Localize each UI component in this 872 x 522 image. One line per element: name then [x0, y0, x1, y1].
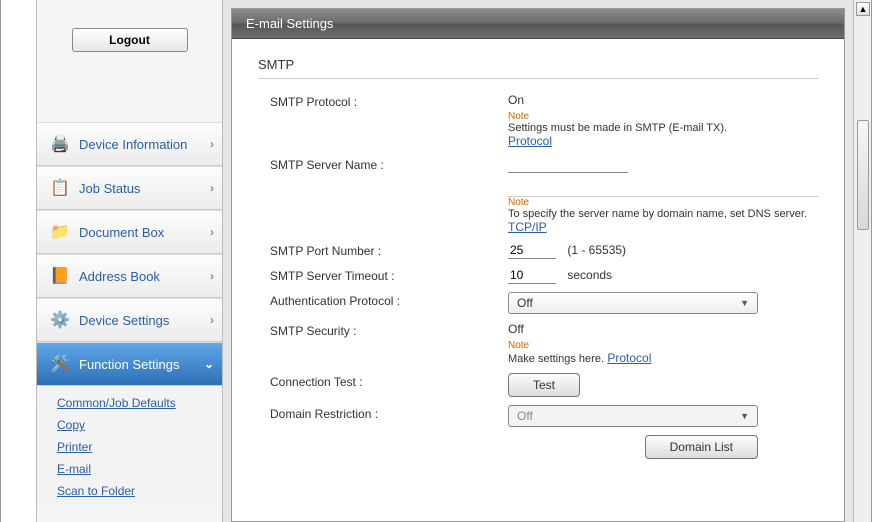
- auth-protocol-label: Authentication Protocol :: [258, 292, 508, 308]
- nav-label: Job Status: [79, 181, 210, 196]
- test-button[interactable]: Test: [508, 373, 580, 397]
- nav-function-settings[interactable]: 🛠️ Function Settings ⌄: [37, 342, 222, 386]
- section-title: SMTP: [258, 57, 818, 79]
- smtp-server-note: To specify the server name by domain nam…: [508, 208, 818, 220]
- subnav-copy[interactable]: Copy: [57, 414, 222, 436]
- chevron-down-icon: ⌄: [204, 357, 214, 371]
- smtp-port-label: SMTP Port Number :: [258, 242, 508, 258]
- panel-title: E-mail Settings: [232, 9, 844, 39]
- note-label: Note: [508, 340, 818, 351]
- vertical-scrollbar[interactable]: ▲: [853, 0, 871, 522]
- smtp-security-label: SMTP Security :: [258, 322, 508, 338]
- chevron-right-icon: ›: [210, 225, 214, 239]
- domain-restriction-select[interactable]: Off ▼: [508, 405, 758, 427]
- protocol-link[interactable]: Protocol: [508, 134, 552, 148]
- subnav-scan-to-folder[interactable]: Scan to Folder: [57, 480, 222, 502]
- smtp-security-value: Off: [508, 322, 818, 336]
- smtp-port-range: (1 - 65535): [567, 243, 626, 257]
- domain-restriction-label: Domain Restriction :: [258, 405, 508, 421]
- smtp-timeout-input[interactable]: [508, 267, 556, 284]
- scroll-thumb[interactable]: [857, 120, 869, 230]
- chevron-down-icon: ▼: [740, 298, 749, 308]
- note-label: Note: [508, 197, 818, 208]
- nav-device-settings[interactable]: ⚙️ Device Settings ›: [37, 298, 222, 342]
- left-margin: [1, 0, 37, 522]
- job-status-icon: 📋: [47, 175, 73, 201]
- function-settings-icon: 🛠️: [47, 351, 73, 377]
- smtp-server-name-input[interactable]: [508, 156, 628, 173]
- chevron-right-icon: ›: [210, 313, 214, 327]
- smtp-port-input[interactable]: [508, 242, 556, 259]
- chevron-right-icon: ›: [210, 269, 214, 283]
- nav-label: Device Information: [79, 137, 210, 152]
- device-info-icon: 🖨️: [47, 131, 73, 157]
- nav-address-book[interactable]: 📙 Address Book ›: [37, 254, 222, 298]
- document-box-icon: 📁: [47, 219, 73, 245]
- chevron-right-icon: ›: [210, 181, 214, 195]
- nav-label: Document Box: [79, 225, 210, 240]
- smtp-timeout-label: SMTP Server Timeout :: [258, 267, 508, 283]
- nav-label: Address Book: [79, 269, 210, 284]
- chevron-right-icon: ›: [210, 137, 214, 151]
- address-book-icon: 📙: [47, 263, 73, 289]
- auth-protocol-select[interactable]: Off ▼: [508, 292, 758, 314]
- subnav-email[interactable]: E-mail: [57, 458, 222, 480]
- smtp-protocol-label: SMTP Protocol :: [258, 93, 508, 109]
- smtp-timeout-unit: seconds: [567, 268, 612, 282]
- tcpip-link[interactable]: TCP/IP: [508, 220, 547, 234]
- subnav-printer[interactable]: Printer: [57, 436, 222, 458]
- sidebar: Logout 🖨️ Device Information › 📋 Job Sta…: [37, 0, 223, 522]
- nav-document-box[interactable]: 📁 Document Box ›: [37, 210, 222, 254]
- note-label: Note: [508, 111, 818, 122]
- subnav: Common/Job Defaults Copy Printer E-mail …: [37, 386, 222, 508]
- scroll-up-arrow[interactable]: ▲: [856, 2, 870, 16]
- device-settings-icon: ⚙️: [47, 307, 73, 333]
- auth-protocol-value: Off: [517, 296, 533, 310]
- nav-job-status[interactable]: 📋 Job Status ›: [37, 166, 222, 210]
- settings-panel: E-mail Settings SMTP SMTP Protocol : On …: [231, 8, 845, 522]
- connection-test-label: Connection Test :: [258, 373, 508, 389]
- chevron-down-icon: ▼: [740, 411, 749, 421]
- domain-list-button[interactable]: Domain List: [645, 435, 758, 459]
- nav-device-information[interactable]: 🖨️ Device Information ›: [37, 122, 222, 166]
- content-area: E-mail Settings SMTP SMTP Protocol : On …: [223, 0, 853, 522]
- subnav-common-defaults[interactable]: Common/Job Defaults: [57, 392, 222, 414]
- security-protocol-link[interactable]: Protocol: [607, 351, 651, 365]
- nav-label: Function Settings: [79, 357, 204, 372]
- domain-restriction-value: Off: [517, 409, 533, 423]
- logout-button[interactable]: Logout: [72, 28, 188, 52]
- nav-label: Device Settings: [79, 313, 210, 328]
- smtp-security-note: Make settings here.: [508, 353, 604, 365]
- smtp-protocol-note: Settings must be made in SMTP (E-mail TX…: [508, 122, 818, 134]
- smtp-server-name-label: SMTP Server Name :: [258, 156, 508, 172]
- smtp-protocol-value: On: [508, 93, 818, 107]
